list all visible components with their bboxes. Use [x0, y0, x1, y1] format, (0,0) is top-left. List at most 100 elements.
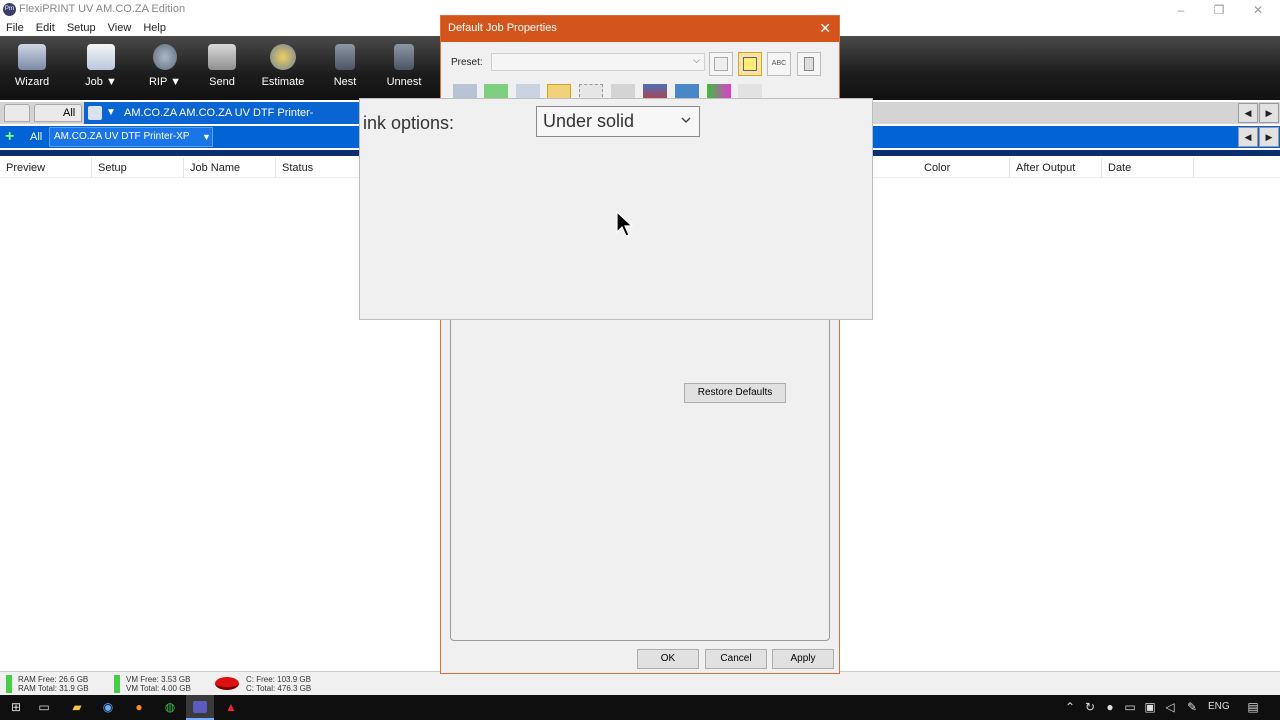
estimate-button[interactable]: Estimate [258, 36, 308, 100]
volume-muted-icon[interactable]: ◁ [1162, 700, 1178, 714]
file-explorer-icon[interactable]: ▰ [69, 700, 85, 714]
window-title: FlexiPRINT UV AM.CO.ZA Edition [19, 3, 186, 15]
restore-defaults-button[interactable]: Restore Defaults [684, 383, 786, 403]
column-color[interactable]: Color [918, 158, 1010, 178]
send-printer-icon [208, 44, 236, 70]
start-icon[interactable]: ⊞ [8, 700, 24, 714]
estimate-gauge-icon [270, 44, 296, 70]
rip-label: RIP ▼ [148, 76, 182, 88]
wizard-icon [18, 44, 46, 70]
printer-all-label[interactable]: All [30, 126, 42, 148]
menu-view[interactable]: View [108, 20, 132, 36]
mouse-cursor-icon [616, 211, 634, 237]
abc-icon: ABC [771, 60, 787, 67]
vm-free: VM Free: 3.53 GB [126, 675, 191, 684]
steam-icon[interactable]: ◉ [100, 700, 116, 714]
rip-button[interactable]: RIP ▼ [140, 36, 190, 100]
job-dropdown-icon[interactable]: ▼ [106, 76, 117, 88]
load-preset-button[interactable] [738, 52, 762, 76]
send-button[interactable]: Send [200, 36, 244, 100]
wizard-label: Wizard [14, 76, 50, 88]
dialog-title-bar[interactable]: Default Job Properties ✕ [441, 16, 839, 42]
battery-icon[interactable]: ▭ [1122, 700, 1138, 714]
task-view-icon[interactable]: ▭ [36, 700, 52, 714]
language-indicator[interactable]: ENG [1208, 701, 1230, 712]
cancel-button[interactable]: Cancel [705, 649, 767, 669]
rip-dropdown-icon[interactable]: ▼ [170, 76, 181, 88]
sync-icon[interactable]: ↻ [1082, 700, 1098, 714]
ink-options-label: ink options: [363, 113, 455, 133]
acrobat-icon[interactable]: ▲ [223, 700, 239, 714]
apply-button[interactable]: Apply [772, 649, 834, 669]
printer-scroll-left-button[interactable]: ◀ [1238, 127, 1258, 147]
disk-total: C: Total: 476.3 GB [246, 684, 312, 693]
column-status[interactable]: Status [276, 158, 360, 178]
unnest-label: Unnest [386, 76, 422, 88]
disk-free: C: Free: 103.9 GB [246, 675, 311, 684]
ram-free: RAM Free: 26.6 GB [18, 675, 89, 684]
close-window-button[interactable]: ✕ [1238, 0, 1278, 20]
printer-scroll-right-button[interactable]: ▶ [1259, 127, 1279, 147]
column-date[interactable]: Date [1102, 158, 1194, 178]
menu-help[interactable]: Help [143, 20, 166, 36]
firefox-icon[interactable]: ● [131, 700, 147, 714]
ink-options-zoom-panel: ink options: Under solid [359, 98, 873, 320]
estimate-label: Estimate [261, 76, 305, 88]
column-preview[interactable]: Preview [0, 158, 92, 178]
network-icon[interactable]: ▣ [1142, 700, 1158, 714]
os-taskbar: ⊞ ▭ ▰ ◉ ● ◍ ▲ ⌃ ↻ ● ▭ ▣ ◁ ✎ ENG ▤ [0, 695, 1280, 720]
pen-icon[interactable]: ✎ [1184, 700, 1200, 714]
menu-setup[interactable]: Setup [67, 20, 96, 36]
notifications-icon[interactable]: ▤ [1245, 700, 1261, 714]
printer-dropdown-icon[interactable]: ▼ [202, 128, 211, 146]
job-label: Job ▼ [85, 76, 117, 88]
ink-options-select[interactable]: Under solid [536, 106, 700, 137]
preset-chevron-icon: ⌵ [693, 55, 700, 65]
restore-button[interactable]: ❐ [1199, 0, 1239, 20]
menu-file[interactable]: File [6, 20, 24, 36]
dialog-title: Default Job Properties [448, 22, 557, 34]
save-preset-button[interactable] [709, 52, 733, 76]
minimize-button[interactable]: – [1161, 0, 1201, 20]
dialog-close-icon[interactable]: ✕ [819, 20, 831, 37]
menu-edit[interactable]: Edit [36, 20, 55, 36]
ok-button[interactable]: OK [637, 649, 699, 669]
preset-select[interactable]: ⌵ [491, 53, 705, 71]
add-printer-icon[interactable]: + [5, 126, 14, 148]
preset-label: Preset: [451, 57, 483, 68]
job-button[interactable]: Job ▼ [76, 36, 126, 100]
queue-tab-icon[interactable] [4, 104, 30, 122]
vm-usage-bar [114, 675, 120, 693]
save-preset-icon [714, 57, 728, 71]
wizard-button[interactable]: Wizard [8, 36, 56, 100]
unnest-icon [394, 44, 414, 70]
scroll-right-button[interactable]: ▶ [1259, 103, 1279, 123]
ram-usage-bar [6, 675, 12, 693]
ink-options-value: Under solid [543, 111, 635, 131]
delete-preset-button[interactable] [797, 52, 821, 76]
vm-total: VM Total: 4.00 GB [126, 684, 191, 693]
flexiprint-taskbar-icon [193, 701, 207, 713]
show-hidden-icons[interactable]: ⌃ [1062, 700, 1078, 714]
printer-select[interactable]: AM.CO.ZA UV DTF Printer-XP ▼ [49, 127, 213, 147]
scroll-left-button[interactable]: ◀ [1238, 103, 1258, 123]
microphone-icon[interactable]: ● [1102, 700, 1118, 714]
column-job-name[interactable]: Job Name [184, 158, 276, 178]
status-bar: RAM Free: 26.6 GB RAM Total: 31.9 GB VM … [0, 671, 1280, 695]
nest-button[interactable]: Nest [326, 36, 364, 100]
column-after-output[interactable]: After Output [1010, 158, 1102, 178]
rename-preset-button[interactable]: ABC [767, 52, 791, 76]
column-setup[interactable]: Setup [92, 158, 184, 178]
queue-tab-all[interactable]: All [34, 104, 82, 122]
flexiprint-taskbar-button[interactable] [186, 695, 214, 720]
printer-name: AM.CO.ZA UV DTF Printer-XP [54, 131, 190, 142]
unnest-button[interactable]: Unnest [380, 36, 428, 100]
queue-tab-dropdown-icon[interactable]: ▼ [106, 102, 116, 124]
app-icon: Prn [3, 3, 16, 16]
rip-globe-icon [153, 44, 177, 70]
delete-preset-icon [804, 57, 814, 71]
job-folder-icon [87, 44, 115, 70]
chrome-icon[interactable]: ◍ [162, 700, 178, 714]
printer-icon [88, 106, 102, 120]
queue-tab-printer[interactable]: ▼ AM.CO.ZA AM.CO.ZA UV DTF Printer-XP@FI… [84, 102, 360, 141]
